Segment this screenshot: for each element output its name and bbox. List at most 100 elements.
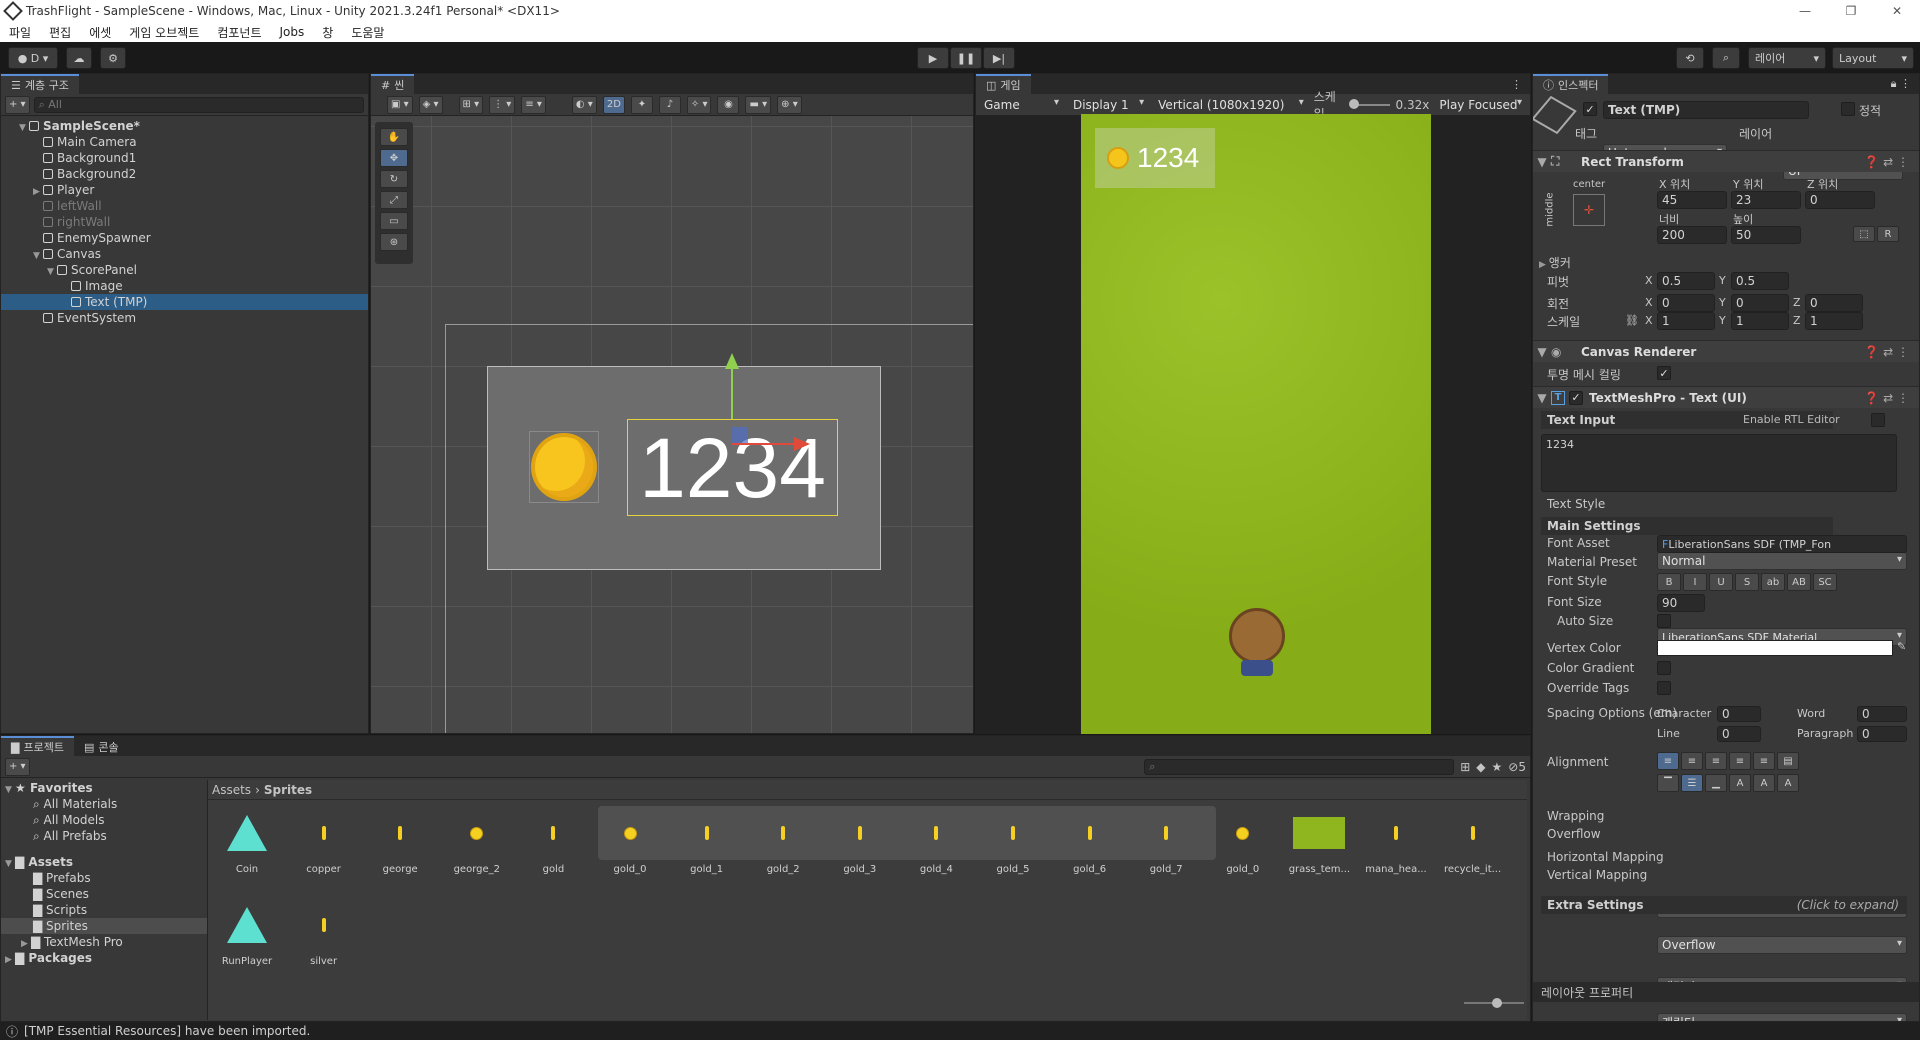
history-button[interactable]: ⟲: [1676, 47, 1704, 69]
character-spacing-field[interactable]: 0: [1717, 706, 1761, 722]
asset-item[interactable]: george_2: [444, 808, 510, 875]
tmp-enabled-checkbox[interactable]: ✓: [1569, 390, 1583, 405]
object-name-field[interactable]: Text (TMP): [1603, 101, 1809, 119]
hierarchy-search-input[interactable]: ⌕ All: [33, 96, 364, 113]
camera-dropdown[interactable]: ▬ ▾: [745, 95, 772, 114]
visibility-toggle[interactable]: ◉: [717, 95, 740, 114]
asset-item[interactable]: george: [367, 808, 433, 875]
hierarchy-item[interactable]: EventSystem: [1, 310, 368, 326]
pause-button[interactable]: ❚❚: [950, 47, 982, 69]
transform-tool-button[interactable]: ⊛: [380, 233, 408, 251]
rot-y-field[interactable]: 0: [1731, 294, 1789, 312]
font-style-button[interactable]: S: [1735, 573, 1759, 591]
play-button[interactable]: ▶: [917, 47, 949, 69]
tab-scene[interactable]: # 씬: [371, 74, 415, 94]
hierarchy-item[interactable]: Text (TMP): [1, 294, 368, 310]
game-view-dropdown[interactable]: Game: [980, 95, 1063, 114]
auto-size-checkbox[interactable]: [1657, 614, 1671, 628]
raw-edit-button[interactable]: R: [1877, 226, 1899, 242]
asset-item[interactable]: gold_2: [750, 808, 816, 875]
shading-dropdown[interactable]: ◐ ▾: [571, 95, 597, 114]
hierarchy-item[interactable]: Image: [1, 278, 368, 294]
resolution-dropdown[interactable]: Vertical (1080x1920): [1154, 95, 1308, 114]
text-style-dropdown[interactable]: Normal: [1657, 552, 1907, 570]
rect-transform-header[interactable]: ▼ ⛶ Rect Transform ❓ ⇄ ⋮: [1533, 150, 1919, 172]
asset-item[interactable]: grass_tem...: [1286, 808, 1352, 875]
asset-item[interactable]: gold_0: [1210, 808, 1276, 875]
move-tool-button[interactable]: ✥: [380, 149, 408, 167]
asset-item[interactable]: recycle_it...: [1440, 808, 1506, 875]
rtl-checkbox[interactable]: [1871, 413, 1885, 427]
breadcrumb-assets[interactable]: Assets: [212, 783, 251, 797]
hierarchy-item[interactable]: rightWall: [1, 214, 368, 230]
lighting-toggle[interactable]: ✦: [630, 95, 653, 114]
favorites-folder[interactable]: ▼ ★ Favorites: [1, 780, 207, 796]
active-checkbox[interactable]: ✓: [1583, 102, 1597, 116]
minimize-button[interactable]: —: [1782, 0, 1828, 22]
align-right-button[interactable]: ≡: [1705, 752, 1727, 770]
close-button[interactable]: ✕: [1874, 0, 1920, 22]
search-button[interactable]: ⌕: [1712, 47, 1740, 69]
asset-item[interactable]: gold: [520, 808, 586, 875]
font-style-button[interactable]: ab: [1761, 573, 1785, 591]
vertex-color-swatch[interactable]: [1657, 640, 1893, 656]
asset-item[interactable]: gold_6: [1057, 808, 1123, 875]
move-gizmo-plane[interactable]: [732, 427, 748, 443]
play-focused-dropdown[interactable]: Play Focused: [1435, 95, 1526, 114]
folder-scripts[interactable]: ▇ Scripts: [1, 902, 207, 918]
layout-dropdown[interactable]: Layout ▾: [1832, 47, 1914, 69]
pos-y-field[interactable]: 23: [1731, 191, 1801, 209]
menu-file[interactable]: 파일: [0, 24, 40, 41]
asset-item[interactable]: gold_7: [1133, 808, 1199, 875]
menu-window[interactable]: 창: [313, 24, 342, 41]
assets-folder[interactable]: ▼ ▇ Assets: [1, 854, 207, 870]
font-style-button[interactable]: AB: [1787, 573, 1811, 591]
move-gizmo-x[interactable]: [732, 443, 800, 445]
hierarchy-item[interactable]: leftWall: [1, 198, 368, 214]
collab-button[interactable]: ⚙: [100, 47, 126, 69]
font-style-button[interactable]: I: [1683, 573, 1707, 591]
scale-z-field[interactable]: 1: [1805, 312, 1863, 330]
account-button[interactable]: ● D ▾: [8, 47, 58, 69]
draw-mode-dropdown[interactable]: ▣ ▾: [387, 95, 413, 114]
width-field[interactable]: 200: [1657, 226, 1727, 244]
anchors-label[interactable]: ▶ 앵커: [1539, 254, 1571, 271]
hierarchy-item[interactable]: ▶ Player: [1, 182, 368, 198]
align-center-button[interactable]: ≡: [1681, 752, 1703, 770]
align-middle-button[interactable]: ☰: [1681, 774, 1703, 792]
step-button[interactable]: ▶|: [983, 47, 1015, 69]
asset-item[interactable]: RunPlayer: [214, 900, 280, 967]
eyedropper-icon[interactable]: ✎: [1897, 640, 1906, 653]
menu-component[interactable]: 컴포넌트: [208, 24, 270, 41]
extra-settings-section[interactable]: Extra Settings (Click to expand): [1541, 896, 1907, 914]
align-bottom-button[interactable]: ▁: [1705, 774, 1727, 792]
hierarchy-item[interactable]: Main Camera: [1, 134, 368, 150]
menu-jobs[interactable]: Jobs: [271, 25, 314, 39]
search-by-type-icon[interactable]: ⊞: [1460, 760, 1470, 774]
more-icon[interactable]: ⋮: [1511, 78, 1522, 91]
folder-textmeshpro[interactable]: ▶ ▇ TextMesh Pro: [1, 934, 207, 950]
align-capline-button[interactable]: A: [1777, 774, 1799, 792]
scale-tool-button[interactable]: ⤢: [380, 191, 408, 209]
menu-assets[interactable]: 에셋: [80, 24, 120, 41]
tab-console[interactable]: ▤ 콘솔: [73, 736, 129, 756]
override-tags-checkbox[interactable]: [1657, 681, 1671, 695]
align-flush-button[interactable]: ≡: [1753, 752, 1775, 770]
overflow-dropdown[interactable]: Overflow: [1657, 936, 1907, 954]
status-message[interactable]: [TMP Essential Resources] have been impo…: [24, 1024, 310, 1038]
search-by-label-icon[interactable]: ◆: [1476, 760, 1485, 774]
color-gradient-checkbox[interactable]: [1657, 661, 1671, 675]
cloud-button[interactable]: ☁: [66, 47, 92, 69]
packages-folder[interactable]: ▶ ▇ Packages: [1, 950, 207, 966]
layout-properties-bar[interactable]: 레이아웃 프로퍼티: [1533, 982, 1919, 1002]
pos-z-field[interactable]: 0: [1805, 191, 1875, 209]
font-style-button[interactable]: U: [1709, 573, 1733, 591]
global-local-dropdown[interactable]: ◈ ▾: [418, 95, 443, 114]
hierarchy-item[interactable]: ▼ SampleScene*: [1, 118, 368, 134]
game-viewport[interactable]: 1234: [1081, 114, 1431, 734]
align-left-button[interactable]: ≡: [1657, 752, 1679, 770]
vmap-dropdown[interactable]: 캐릭터: [1657, 1013, 1907, 1021]
component-menu-icon[interactable]: ❓ ⇄ ⋮: [1864, 391, 1909, 405]
tab-project[interactable]: ▇ 프로젝트: [1, 736, 74, 756]
cull-transparent-checkbox[interactable]: ✓: [1657, 366, 1671, 380]
